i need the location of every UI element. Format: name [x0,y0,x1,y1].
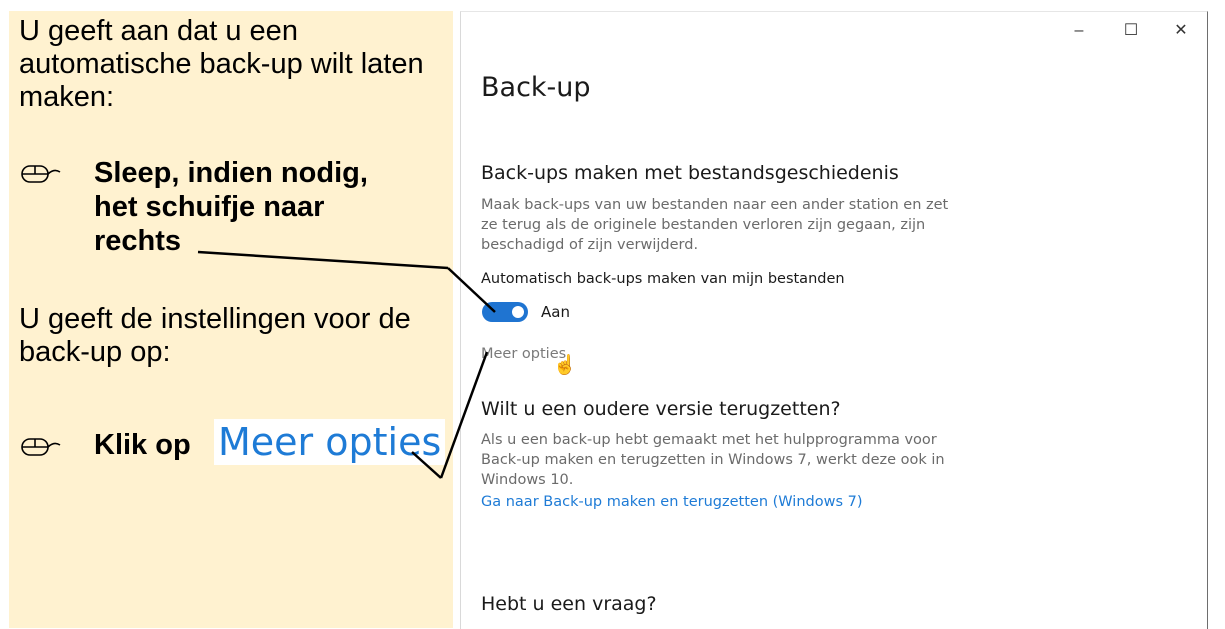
callout-lines [197,250,496,479]
callout-line-meer-upper [439,351,489,479]
callout-line-toggle [197,250,449,270]
callout-line-meer-lower [411,451,442,479]
callout-line-toggle-diag [447,267,496,313]
